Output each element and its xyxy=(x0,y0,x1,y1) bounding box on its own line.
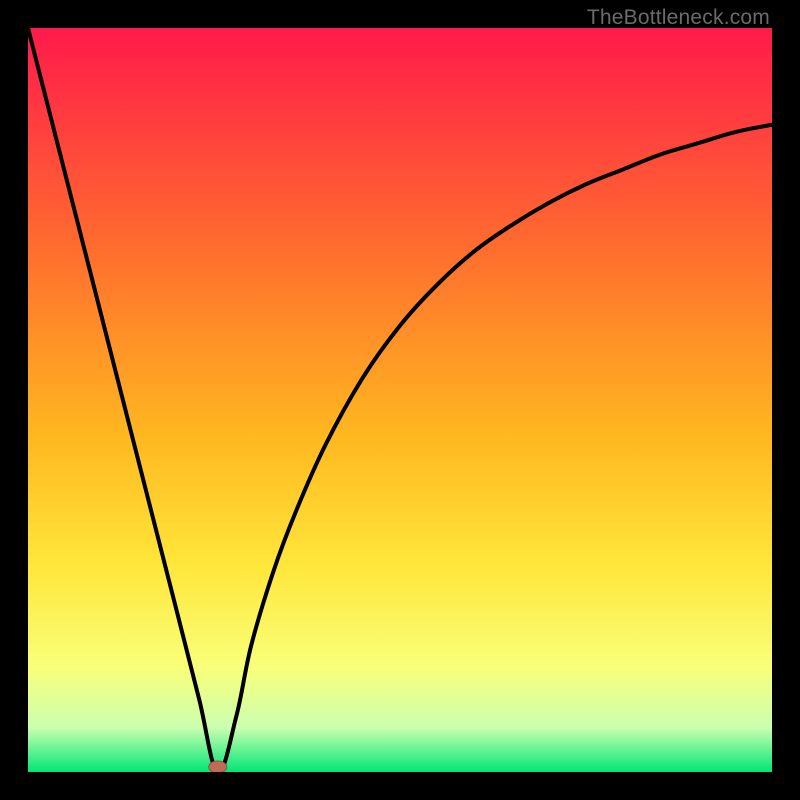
chart-frame xyxy=(28,28,772,772)
optimum-marker xyxy=(209,761,227,772)
gradient-background xyxy=(28,28,772,772)
bottleneck-chart xyxy=(28,28,772,772)
watermark-text: TheBottleneck.com xyxy=(587,6,770,30)
